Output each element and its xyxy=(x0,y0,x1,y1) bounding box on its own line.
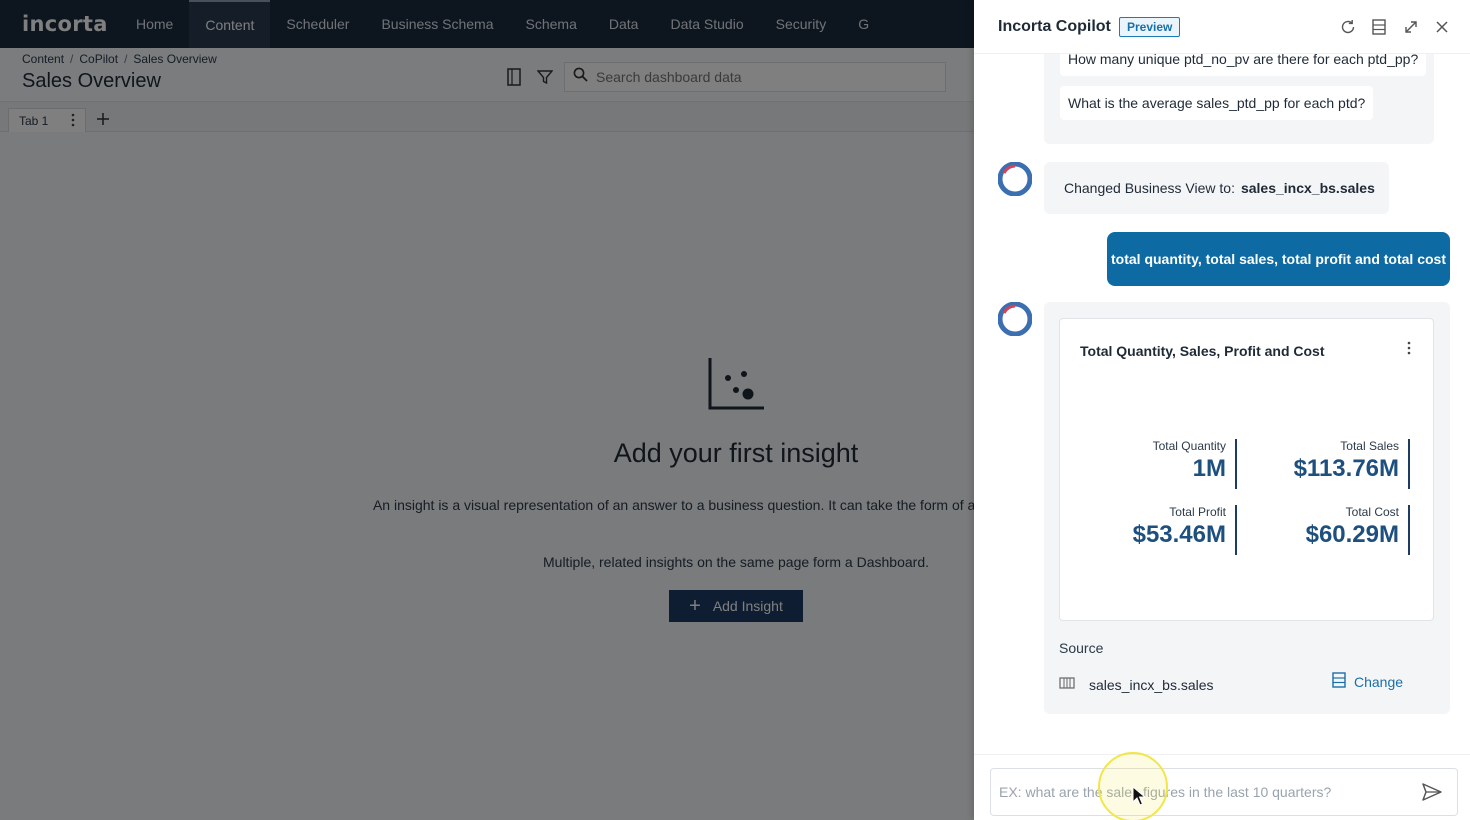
dashboard-header: Content / CoPilot / Sales Overview Sales… xyxy=(0,48,974,102)
kpi-total-cost: Total Cost $60.29M xyxy=(1240,505,1410,555)
suggestion-chip[interactable]: How many unique ptd_no_pv are there for … xyxy=(1060,54,1427,76)
scatter-chart-icon xyxy=(706,356,766,412)
bot-result-message: Total Quantity, Sales, Profit and Cost T… xyxy=(1044,302,1450,714)
kpi-label: Total Quantity xyxy=(1152,439,1226,453)
breadcrumb-content[interactable]: Content xyxy=(22,52,64,66)
filter-icon[interactable] xyxy=(534,66,556,88)
add-tab-icon[interactable] xyxy=(94,110,112,128)
incorta-logo[interactable]: incorta xyxy=(0,12,120,36)
kpi-value: 1M xyxy=(1192,455,1226,482)
kpi-label: Total Profit xyxy=(1169,505,1226,519)
bot-message-text: Changed Business View to: xyxy=(1064,180,1235,196)
breadcrumb: Content / CoPilot / Sales Overview xyxy=(22,52,217,66)
source-label: Source xyxy=(1059,640,1104,656)
nav-business-schema[interactable]: Business Schema xyxy=(365,0,509,48)
tab-label: Tab 1 xyxy=(19,113,49,128)
copilot-footer xyxy=(974,754,1470,820)
business-view-name: sales_incx_bs.sales xyxy=(1240,180,1375,196)
nav-scheduler[interactable]: Scheduler xyxy=(270,0,365,48)
suggestions-box: How many unique ptd_no_pv are there for … xyxy=(1044,54,1434,144)
empty-state-title: Add your first insight xyxy=(613,438,859,468)
breadcrumb-separator: / xyxy=(124,52,128,66)
close-icon[interactable] xyxy=(1432,17,1452,37)
kpi-value: $53.46M xyxy=(1132,521,1226,548)
business-view-icon xyxy=(1332,672,1346,691)
preview-badge: Preview xyxy=(1119,17,1181,37)
empty-state-description-2: Multiple, related insights on the same p… xyxy=(543,554,929,570)
copilot-panel: Incorta Copilot Preview How many unique … xyxy=(974,0,1470,820)
source-name: sales_incx_bs.sales xyxy=(1089,677,1214,693)
tab-bar: Tab 1 xyxy=(0,102,974,132)
copilot-conversation[interactable]: How many unique ptd_no_pv are there for … xyxy=(974,54,1470,754)
search-icon xyxy=(573,67,588,87)
bookmark-icon[interactable] xyxy=(503,66,525,88)
nav-data[interactable]: Data xyxy=(593,0,655,48)
nav-more[interactable]: G xyxy=(842,0,885,48)
breadcrumb-separator: / xyxy=(70,52,74,66)
nav-data-studio[interactable]: Data Studio xyxy=(654,0,759,48)
add-insight-button[interactable]: + Add Insight xyxy=(669,590,803,622)
copilot-avatar-icon xyxy=(997,301,1033,337)
tab-1[interactable]: Tab 1 xyxy=(8,108,86,132)
suggestion-chip[interactable]: What is the average sales_ptd_pp for eac… xyxy=(1060,86,1374,120)
change-source-button[interactable]: Change xyxy=(1332,672,1403,691)
kpi-total-quantity: Total Quantity 1M xyxy=(1067,439,1237,489)
nav-items: Home Content Scheduler Business Schema S… xyxy=(120,0,885,48)
kpi-insight-card[interactable]: Total Quantity, Sales, Profit and Cost T… xyxy=(1059,318,1434,621)
bot-message: Changed Business View to: sales_incx_bs.… xyxy=(1044,162,1389,214)
history-icon[interactable] xyxy=(1369,17,1389,37)
user-message: total quantity, total sales, total profi… xyxy=(1107,232,1450,286)
kpi-value: $113.76M xyxy=(1293,455,1399,482)
tab-menu-icon[interactable] xyxy=(71,113,75,130)
nav-home[interactable]: Home xyxy=(120,0,189,48)
insight-title: Total Quantity, Sales, Profit and Cost xyxy=(1080,343,1325,359)
search-input[interactable] xyxy=(596,69,926,85)
expand-icon[interactable] xyxy=(1401,17,1421,37)
copilot-input-box[interactable] xyxy=(990,768,1458,816)
insight-menu-icon[interactable] xyxy=(1407,341,1411,360)
add-insight-label: Add Insight xyxy=(712,598,783,614)
kpi-total-sales: Total Sales $113.76M xyxy=(1240,439,1410,489)
table-icon xyxy=(1059,676,1075,695)
kpi-total-profit: Total Profit $53.46M xyxy=(1067,505,1237,555)
nav-security[interactable]: Security xyxy=(760,0,843,48)
change-label: Change xyxy=(1354,673,1404,690)
dashboard-canvas: Add your first insight An insight is a v… xyxy=(0,132,1099,820)
dashboard-search[interactable] xyxy=(564,62,946,92)
copilot-avatar-icon xyxy=(997,161,1033,197)
kpi-label: Total Cost xyxy=(1345,505,1399,519)
kpi-label: Total Sales xyxy=(1340,439,1399,453)
nav-schema[interactable]: Schema xyxy=(510,0,593,48)
copilot-header: Incorta Copilot Preview xyxy=(974,0,1470,54)
plus-icon: + xyxy=(689,595,701,617)
breadcrumb-current: Sales Overview xyxy=(133,52,217,66)
send-icon[interactable] xyxy=(1421,781,1445,805)
nav-content[interactable]: Content xyxy=(189,0,271,48)
page-title: Sales Overview xyxy=(22,70,161,92)
copilot-prompt-input[interactable] xyxy=(999,784,1399,800)
refresh-icon[interactable] xyxy=(1338,17,1358,37)
kpi-value: $60.29M xyxy=(1305,521,1399,548)
breadcrumb-copilot[interactable]: CoPilot xyxy=(79,52,118,66)
copilot-title: Incorta Copilot xyxy=(998,18,1111,35)
